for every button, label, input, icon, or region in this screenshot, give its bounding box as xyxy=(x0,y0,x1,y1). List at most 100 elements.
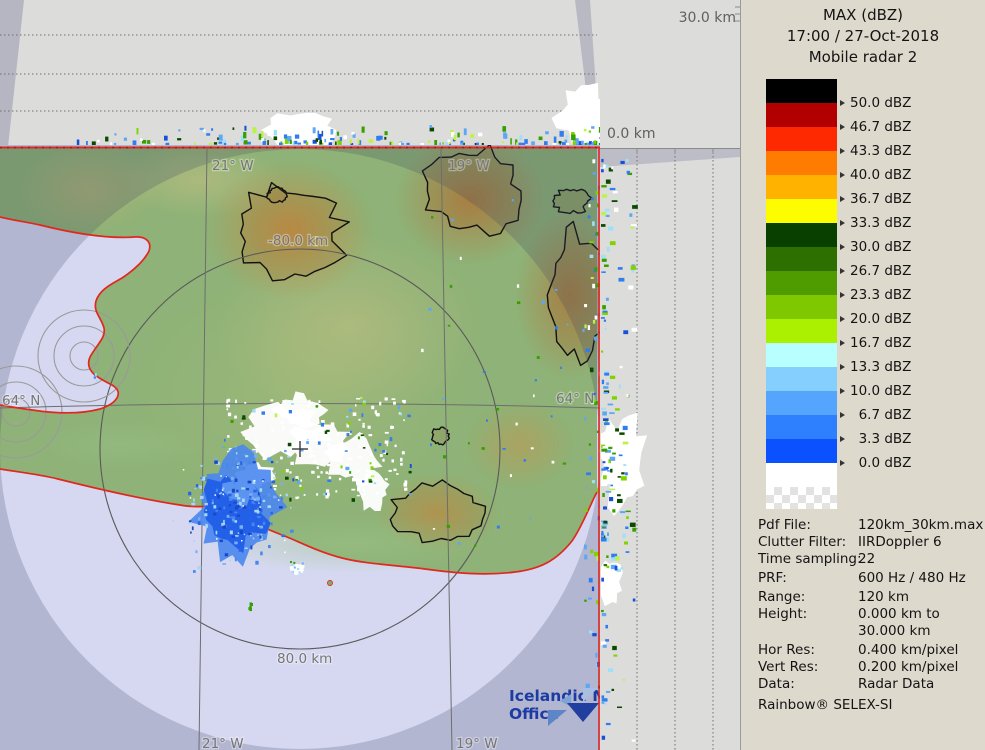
legend-label: 33.3 dBZ xyxy=(840,214,911,232)
metadata-label: Range: xyxy=(758,589,806,605)
legend-color-block xyxy=(766,199,837,223)
legend-tick-arrow-icon xyxy=(840,292,845,298)
legend-label: 13.3 dBZ xyxy=(840,358,911,376)
legend-tick-arrow-icon xyxy=(840,412,845,418)
metadata-row: 30.000 km xyxy=(758,623,931,639)
legend-label-text: 40.0 dBZ xyxy=(850,167,912,183)
range-label-north: -80.0 km xyxy=(268,233,328,249)
legend-label-text: 43.3 dBZ xyxy=(850,143,912,159)
lat-label-64n-right: 64° N xyxy=(556,391,594,407)
metadata-row: Hor Res: 0.400 km/pixel xyxy=(758,642,958,658)
legend-tick-arrow-icon xyxy=(840,364,845,370)
legend-label: 26.7 dBZ xyxy=(840,262,911,280)
metadata-value: 120km_30km.max xyxy=(858,517,984,533)
legend-label-text: 20.0 dBZ xyxy=(850,311,912,327)
legend-color-block xyxy=(766,295,837,319)
legend-color-block xyxy=(766,343,837,367)
legend-label: 23.3 dBZ xyxy=(840,286,911,304)
legend-tick-arrow-icon xyxy=(840,268,845,274)
metadata-row: Data: Radar Data xyxy=(758,676,934,692)
metadata-value: 30.000 km xyxy=(858,623,931,639)
metadata-row: PRF: 600 Hz / 480 Hz xyxy=(758,570,966,586)
metadata-value: 600 Hz / 480 Hz xyxy=(858,570,966,586)
metadata-label: Clutter Filter: xyxy=(758,534,847,550)
lon-label-19w-top: 19° W xyxy=(448,158,490,174)
metadata-value: 0.200 km/pixel xyxy=(858,659,959,675)
legend-label: 20.0 dBZ xyxy=(840,310,911,328)
legend-tick-arrow-icon xyxy=(840,196,845,202)
lon-label-21w-bottom: 21° W xyxy=(202,736,244,750)
metadata-row: Time sampling:22 xyxy=(758,551,875,567)
color-scale-legend: 50.0 dBZ 46.7 dBZ 43.3 dBZ 40.0 dBZ 36.7 dBZ… xyxy=(741,0,985,520)
legend-color-block xyxy=(766,367,837,391)
legend-tick-arrow-icon xyxy=(840,316,845,322)
legend-color-block xyxy=(766,103,837,127)
metadata-value: Radar Data xyxy=(858,676,935,692)
legend-tick-arrow-icon xyxy=(840,436,845,442)
legend-tick-arrow-icon xyxy=(840,124,845,130)
legend-label: 40.0 dBZ xyxy=(840,166,911,184)
legend-tick-arrow-icon xyxy=(840,148,845,154)
legend-label: 10.0 dBZ xyxy=(840,382,911,400)
legend-label-text: 33.3 dBZ xyxy=(850,215,912,231)
metadata-row: Vert Res: 0.200 km/pixel xyxy=(758,659,958,675)
island xyxy=(327,580,333,586)
legend-color-block xyxy=(766,391,837,415)
legend-color-block xyxy=(766,487,837,509)
legend-color-block xyxy=(766,175,837,199)
metadata-value: 120 km xyxy=(858,589,910,605)
metadata-value: 0.000 km to xyxy=(858,606,940,622)
lon-label-19w-bottom: 19° W xyxy=(456,736,498,750)
legend-label-text: 13.3 dBZ xyxy=(850,359,912,375)
lon-label-21w-top: 21° W xyxy=(212,158,254,174)
legend-tick-arrow-icon xyxy=(840,340,845,346)
legend-label: 50.0 dBZ xyxy=(840,94,911,112)
legend-color-block xyxy=(766,79,837,103)
legend-color-block xyxy=(766,319,837,343)
metadata-value: 22 xyxy=(858,551,876,567)
legend-color-block xyxy=(766,463,837,487)
legend-label: 0.0 dBZ xyxy=(840,454,911,472)
radar-application-window: 30.0 km 0.0 km 21° W 19° W 21° W 19° W 6… xyxy=(0,0,985,750)
legend-color-block xyxy=(766,439,837,463)
legend-label-text: 10.0 dBZ xyxy=(850,383,912,399)
legend-label-text: 6.7 dBZ xyxy=(850,407,912,423)
legend-label-text: 0.0 dBZ xyxy=(850,455,912,471)
legend-tick-arrow-icon xyxy=(840,388,845,394)
metadata-value: 0.400 km/pixel xyxy=(858,642,959,658)
legend-tick-arrow-icon xyxy=(840,460,845,466)
metadata-label: Hor Res: xyxy=(758,642,815,658)
metadata-label: Height: xyxy=(758,606,808,622)
legend-color-block xyxy=(766,415,837,439)
metadata-label: Time sampling: xyxy=(758,551,862,567)
legend-color-block xyxy=(766,223,837,247)
legend-label-text: 46.7 dBZ xyxy=(850,119,912,135)
legend-label-text: 26.7 dBZ xyxy=(850,263,912,279)
legend-label-text: 16.7 dBZ xyxy=(850,335,912,351)
legend-label: 43.3 dBZ xyxy=(840,142,911,160)
radar-map: 21° W 19° W 21° W 19° W 64° N 64° N -80.… xyxy=(0,145,600,750)
software-brand: Rainbow® SELEX-SI xyxy=(758,697,893,713)
legend-color-block xyxy=(766,127,837,151)
legend-label: 36.7 dBZ xyxy=(840,190,911,208)
legend-label: 30.0 dBZ xyxy=(840,238,911,256)
metadata-label: Data: xyxy=(758,676,795,692)
range-label-south: 80.0 km xyxy=(277,651,332,667)
legend-label: 3.3 dBZ xyxy=(840,430,911,448)
profile-min-height-label: 0.0 km xyxy=(607,126,655,142)
legend-color-block xyxy=(766,247,837,271)
legend-label-text: 3.3 dBZ xyxy=(850,431,912,447)
legend-tick-arrow-icon xyxy=(840,244,845,250)
legend-tick-arrow-icon xyxy=(840,220,845,226)
legend-label: 6.7 dBZ xyxy=(840,406,911,424)
legend-label-text: 30.0 dBZ xyxy=(850,239,912,255)
legend-tick-arrow-icon xyxy=(840,172,845,178)
profile-max-height-label: 30.0 km xyxy=(679,10,736,26)
metadata-row: Range: 120 km xyxy=(758,589,909,605)
info-panel: MAX (dBZ) 17:00 / 27-Oct-2018 Mobile rad… xyxy=(740,0,985,750)
metadata-value: IIRDoppler 6 xyxy=(858,534,942,550)
metadata-label: PRF: xyxy=(758,570,787,586)
radar-display-scene: 30.0 km 0.0 km 21° W 19° W 21° W 19° W 6… xyxy=(0,0,740,750)
legend-label: 16.7 dBZ xyxy=(840,334,911,352)
legend-color-block xyxy=(766,151,837,175)
